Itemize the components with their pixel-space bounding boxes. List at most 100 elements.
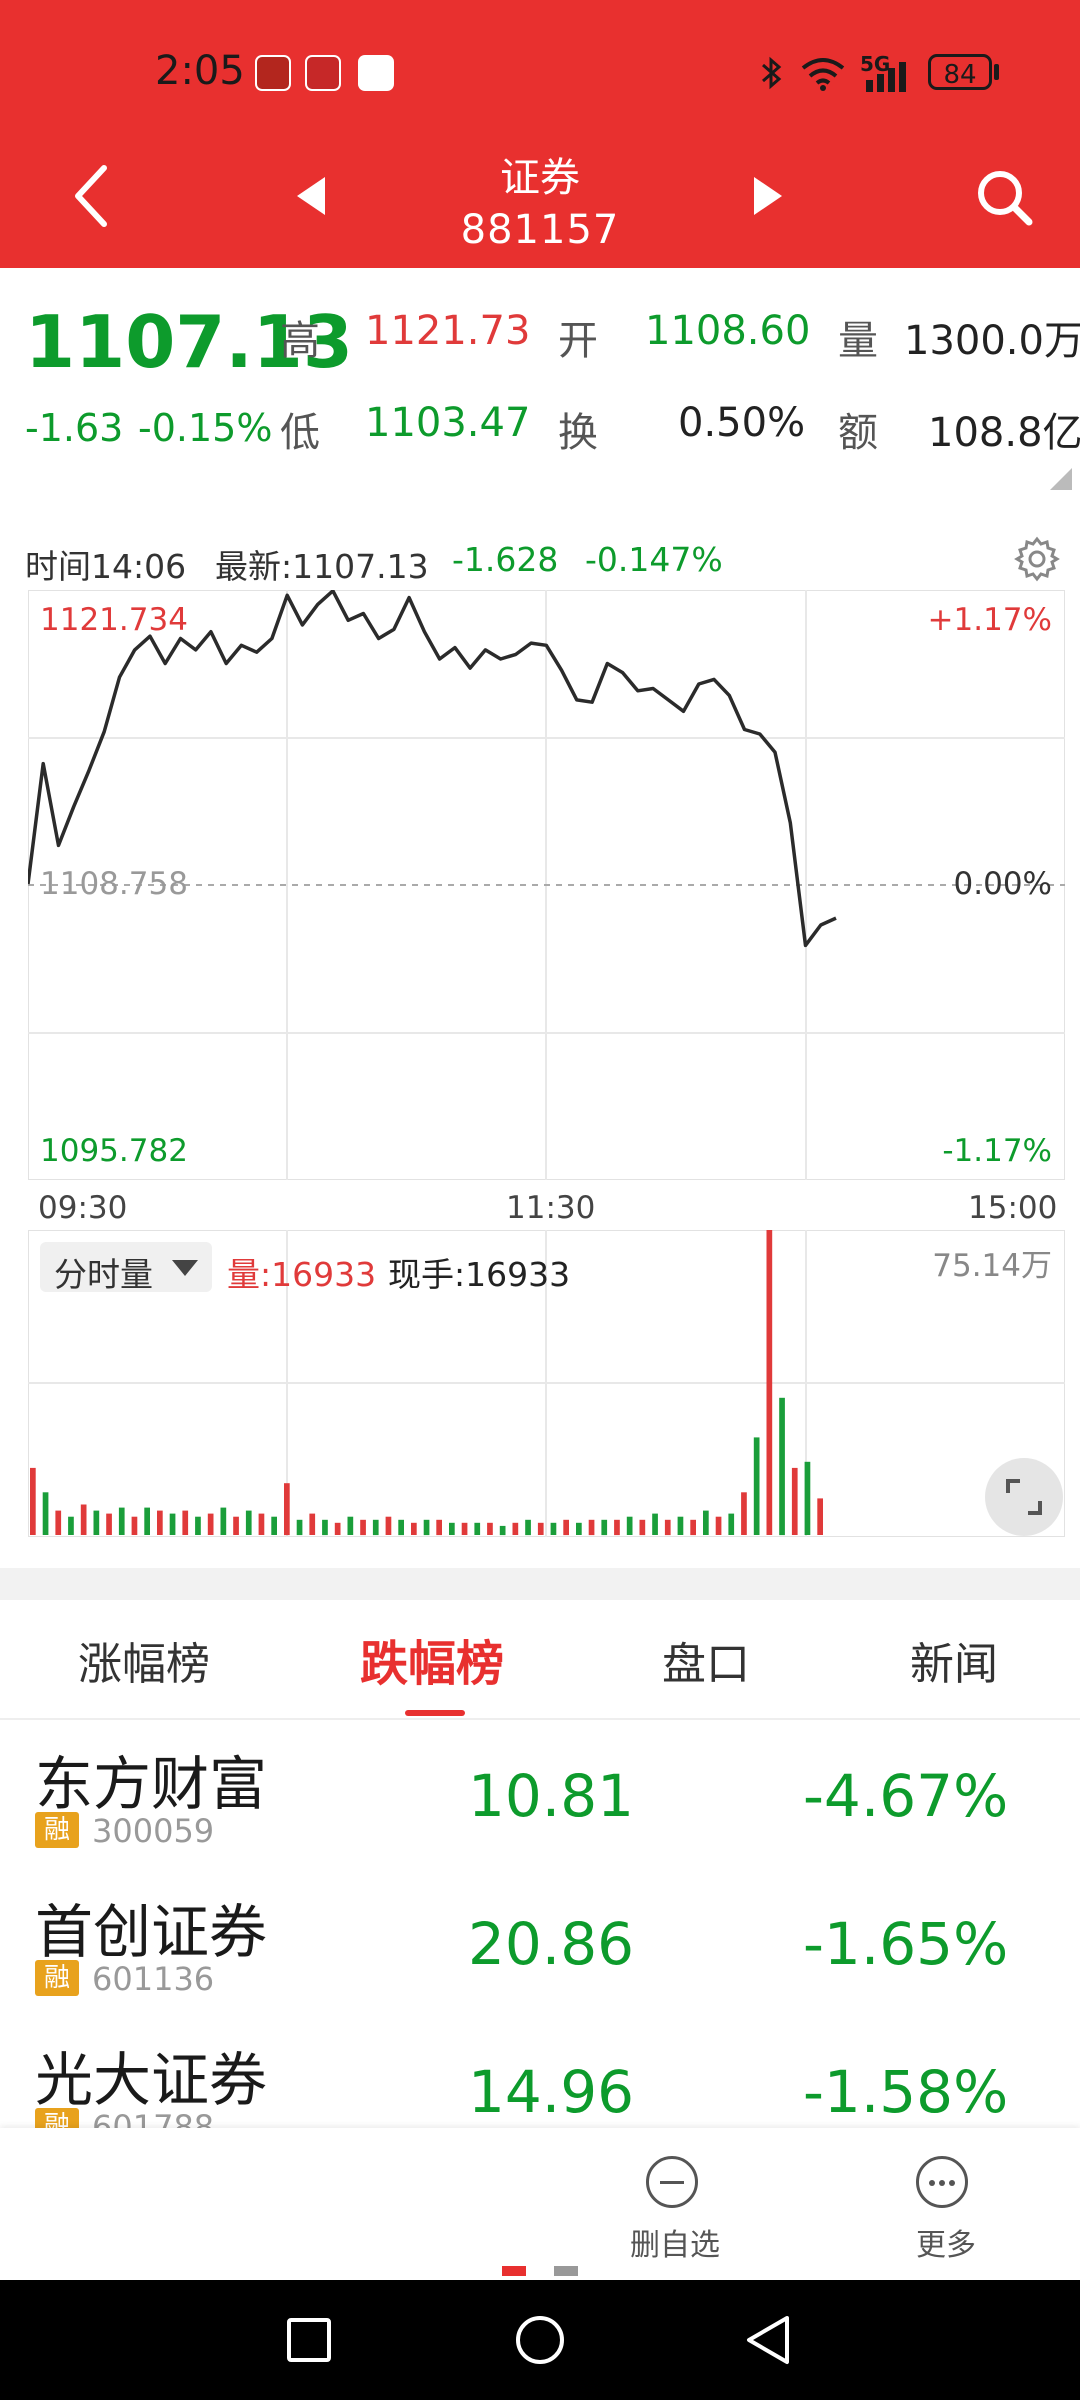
volume-bar xyxy=(30,1467,36,1535)
intraday-latest: 最新:1107.13 xyxy=(215,547,429,586)
list-item[interactable]: 首创证券 融 601136 20.86 -1.65% xyxy=(0,1870,1080,2018)
volume-bar xyxy=(169,1513,176,1535)
volume-bar xyxy=(525,1519,531,1536)
dropdown-arrow-icon xyxy=(172,1260,198,1276)
battery-indicator: 84 xyxy=(928,54,992,90)
margin-tag: 融 xyxy=(35,2108,79,2128)
dot xyxy=(949,2180,955,2186)
stock-change-pct: -1.58% xyxy=(803,2058,1009,2126)
app-header: 2:05 5G 84 证券 881157 xyxy=(0,0,1080,268)
stock-name: 首创证券 xyxy=(35,1898,268,1966)
volume-bar xyxy=(347,1516,354,1535)
turnover-label: 换 xyxy=(558,410,598,456)
minus-bar xyxy=(660,2181,684,2184)
settings-gear-icon[interactable] xyxy=(1013,535,1061,583)
wifi-icon xyxy=(801,58,845,91)
amount-label: 额 xyxy=(838,410,878,456)
pct-axis-base: 0.00% xyxy=(953,866,1052,902)
volume-bar xyxy=(703,1510,709,1535)
stock-code: 300059 xyxy=(92,1812,215,1850)
amount-value: 108.8亿 xyxy=(928,410,1080,456)
volume-bar xyxy=(601,1519,608,1536)
volume-bar xyxy=(804,1461,811,1535)
back-nav-icon[interactable] xyxy=(745,2314,791,2366)
volume-bar xyxy=(588,1519,595,1536)
volume-bar xyxy=(220,1507,227,1535)
volume-type-selector[interactable]: 分时量 xyxy=(40,1242,212,1294)
expand-corner-icon[interactable] xyxy=(1050,468,1072,490)
fullscreen-button[interactable] xyxy=(985,1458,1063,1536)
volume-bar xyxy=(233,1516,239,1535)
tab-news[interactable]: 新闻 xyxy=(910,1628,998,1692)
stock-code: 881157 xyxy=(460,207,620,253)
recent-apps-icon[interactable] xyxy=(285,2316,333,2364)
volume-bar xyxy=(576,1522,582,1535)
price-change: -1.63 xyxy=(25,406,124,450)
x-axis-start: 09:30 xyxy=(38,1190,128,1226)
remove-watchlist-button[interactable]: 删自选 xyxy=(620,2150,730,2263)
status-time: 2:05 xyxy=(155,48,245,94)
volume-bar xyxy=(537,1522,544,1535)
stock-change-pct: -4.67% xyxy=(803,1762,1009,1830)
system-nav-bar xyxy=(0,2280,1080,2400)
tab-gainers[interactable]: 涨幅榜 xyxy=(78,1628,210,1692)
margin-tag: 融 xyxy=(35,1812,79,1848)
volume-bar xyxy=(423,1519,430,1536)
volume-bar xyxy=(563,1519,569,1536)
price-change-pct: -0.15% xyxy=(138,406,273,450)
more-dots-icon xyxy=(916,2156,968,2208)
volume-bar xyxy=(766,1230,773,1535)
app-notification-icon xyxy=(358,55,394,91)
high-value: 1121.73 xyxy=(365,308,531,354)
stock-name: 光大证券 xyxy=(35,2046,268,2114)
volume-bar xyxy=(284,1483,290,1536)
open-value: 1108.60 xyxy=(645,308,811,354)
volume-label: 量 xyxy=(838,318,878,364)
volume-bar xyxy=(715,1516,722,1535)
y-axis-base: 1108.758 xyxy=(40,866,188,902)
intraday-pct: -0.147% xyxy=(585,540,723,579)
next-stock-icon[interactable] xyxy=(752,175,784,217)
y-axis-high: 1121.734 xyxy=(40,602,188,638)
low-label: 低 xyxy=(280,410,320,456)
volume-bar xyxy=(436,1519,442,1536)
volume-bar xyxy=(741,1492,747,1535)
dot xyxy=(939,2180,945,2186)
home-icon[interactable] xyxy=(514,2314,566,2366)
more-button[interactable]: 更多 xyxy=(890,2150,1000,2263)
volume-bar xyxy=(677,1516,684,1535)
volume-bar xyxy=(652,1513,658,1535)
search-icon[interactable] xyxy=(975,168,1035,228)
volume-bar xyxy=(258,1513,265,1535)
tabs-divider xyxy=(0,1718,1080,1720)
volume-bar xyxy=(512,1522,519,1535)
volume-max-label: 75.14万 xyxy=(932,1248,1052,1284)
volume-bar xyxy=(144,1507,150,1535)
x-axis-mid: 11:30 xyxy=(506,1190,596,1226)
signal-icon xyxy=(866,62,906,92)
tab-losers[interactable]: 跌幅榜 xyxy=(360,1624,504,1694)
section-separator xyxy=(0,1568,1080,1600)
volume-bar xyxy=(474,1522,481,1535)
volume-bar xyxy=(639,1519,646,1536)
page-indicator xyxy=(554,2266,578,2276)
volume-bar xyxy=(461,1522,468,1535)
app-notification-icon xyxy=(255,55,291,91)
page-indicator-active xyxy=(502,2266,526,2276)
battery-tip xyxy=(994,64,999,80)
list-item[interactable]: 东方财富 融 300059 10.81 -4.67% xyxy=(0,1722,1080,1870)
list-item[interactable]: 光大证券 融 601788 14.96 -1.58% xyxy=(0,2018,1080,2128)
more-label: 更多 xyxy=(916,2228,976,2263)
y-axis-low: 1095.782 xyxy=(40,1133,188,1169)
volume-bar xyxy=(372,1519,379,1536)
intraday-change: -1.628 xyxy=(452,540,559,579)
volume-bar xyxy=(411,1522,417,1535)
volume-bar xyxy=(55,1510,62,1535)
volume-bar xyxy=(779,1397,785,1536)
tab-order-book[interactable]: 盘口 xyxy=(662,1628,750,1692)
volume-bar xyxy=(499,1525,506,1536)
volume-bar xyxy=(385,1516,392,1535)
volume-bar xyxy=(550,1522,557,1535)
volume-bar xyxy=(106,1513,112,1535)
low-value: 1103.47 xyxy=(365,400,531,446)
